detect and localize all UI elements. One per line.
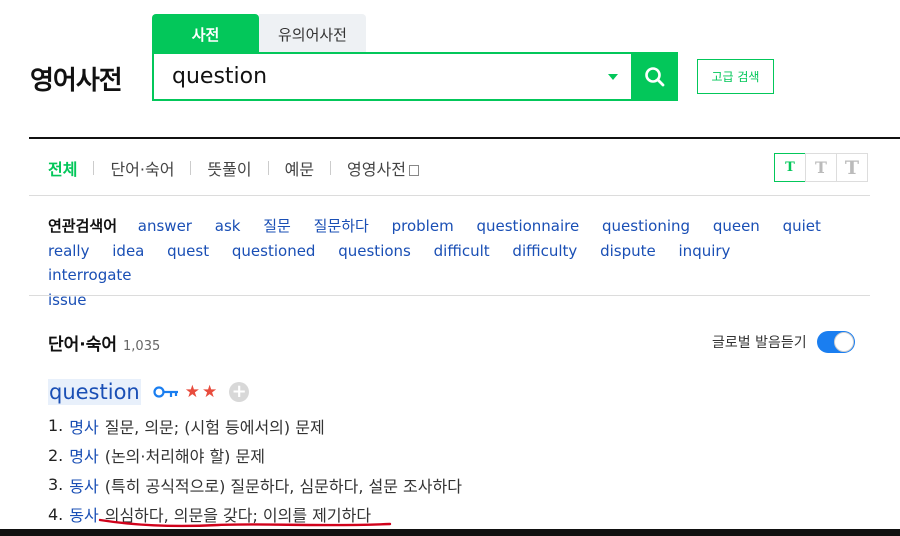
tab-dictionary[interactable]: 사전 <box>152 14 259 54</box>
sense-item: 2. 명사 (논의·처리해야 할) 문제 <box>48 441 462 471</box>
sense-item: 1. 명사 질문, 의문; (시험 등에서의) 문제 <box>48 411 462 441</box>
plus-icon[interactable]: + <box>229 382 250 402</box>
font-size-control: T T T <box>774 153 868 182</box>
font-size-small-button[interactable]: T <box>774 153 806 182</box>
sense-definition: (논의·처리해야 할) 문제 <box>104 447 265 467</box>
sense-definition: 질문, 의문; (시험 등에서의) 문제 <box>104 417 325 437</box>
related-term[interactable]: idea <box>112 242 144 260</box>
related-term[interactable]: 질문하다 <box>314 217 369 235</box>
sense-number: 3. <box>48 475 64 495</box>
part-of-speech-link[interactable]: 동사 <box>69 502 98 526</box>
related-divider <box>29 295 870 296</box>
related-term[interactable]: questioning <box>602 217 690 235</box>
related-searches-title: 연관검색어 <box>48 217 118 235</box>
sense-item: 3. 동사 (특히 공식적으로) 질문하다, 심문하다, 설문 조사하다 <box>48 470 462 500</box>
related-term[interactable]: questionnaire <box>476 217 579 235</box>
related-term[interactable]: interrogate <box>48 266 132 284</box>
related-term[interactable]: dispute <box>600 242 656 260</box>
related-term[interactable]: really <box>48 242 89 260</box>
menu-separator <box>190 161 192 175</box>
menu-definitions[interactable]: 뜻풀이 <box>207 156 251 180</box>
entry-header: question ★★ + <box>48 379 250 405</box>
red-underline-annotation <box>98 518 392 528</box>
sense-list: 1. 명사 질문, 의문; (시험 등에서의) 문제 2. 명사 (논의·처리해… <box>48 411 462 529</box>
part-of-speech-link[interactable]: 명사 <box>69 414 98 438</box>
advanced-search-button[interactable]: 고급 검색 <box>697 59 774 94</box>
sense-number: 4. <box>48 504 64 524</box>
result-count: 1,035 <box>123 339 161 354</box>
bottom-border <box>0 529 900 536</box>
related-term[interactable]: difficulty <box>512 242 577 260</box>
part-of-speech-link[interactable]: 동사 <box>69 473 98 497</box>
related-term[interactable]: queen <box>713 217 760 235</box>
search-button[interactable] <box>631 52 678 101</box>
section-title: 단어·숙어 <box>48 335 118 355</box>
external-window-icon <box>408 165 419 176</box>
result-menu: 전체 단어·숙어 뜻풀이 예문 영영사전 <box>48 156 419 180</box>
related-term[interactable]: questioned <box>232 242 316 260</box>
tab-thesaurus[interactable]: 유의어사전 <box>259 14 366 54</box>
menu-english-english-label: 영영사전 <box>347 160 406 179</box>
star-icon: ★★ <box>184 382 220 402</box>
dictionary-logo[interactable]: 영어사전 <box>30 60 123 97</box>
search-input[interactable] <box>154 54 601 99</box>
part-of-speech-link[interactable]: 명사 <box>69 443 98 467</box>
global-pronunciation: 글로벌 발음듣기 <box>712 331 855 353</box>
related-term[interactable]: questions <box>338 242 411 260</box>
menu-divider <box>29 195 870 196</box>
chevron-down-icon[interactable] <box>601 54 625 99</box>
related-term[interactable]: inquiry <box>679 242 731 260</box>
search-box <box>152 52 678 101</box>
menu-separator <box>267 161 269 175</box>
header-divider <box>29 137 900 139</box>
dictionary-tabs: 사전 유의어사전 <box>152 14 366 54</box>
related-term[interactable]: quiet <box>783 217 821 235</box>
headword-link[interactable]: question <box>48 379 141 405</box>
menu-words-idioms[interactable]: 단어·숙어 <box>110 156 174 180</box>
menu-separator <box>93 161 95 175</box>
related-searches: 연관검색어 answer ask 질문 질문하다 problem questio… <box>48 214 848 312</box>
menu-all[interactable]: 전체 <box>48 156 77 180</box>
section-header: 단어·숙어 1,035 <box>48 330 160 355</box>
related-term[interactable]: issue <box>48 291 87 309</box>
global-pronunciation-label: 글로벌 발음듣기 <box>712 335 807 351</box>
related-term[interactable]: answer <box>138 217 192 235</box>
key-icon <box>153 385 179 399</box>
font-size-medium-button[interactable]: T <box>805 153 837 182</box>
sense-number: 1. <box>48 416 64 436</box>
related-term[interactable]: quest <box>167 242 209 260</box>
related-term[interactable]: 질문 <box>263 217 291 235</box>
font-size-large-button[interactable]: T <box>836 153 868 182</box>
search-icon <box>644 66 664 86</box>
sense-number: 2. <box>48 445 64 465</box>
global-pronunciation-toggle[interactable] <box>816 331 855 353</box>
sense-definition: (특히 공식적으로) 질문하다, 심문하다, 설문 조사하다 <box>104 476 462 496</box>
related-term[interactable]: problem <box>392 217 454 235</box>
menu-separator <box>330 161 332 175</box>
menu-examples[interactable]: 예문 <box>285 156 314 180</box>
related-term[interactable]: ask <box>215 217 241 235</box>
menu-english-english[interactable]: 영영사전 <box>347 156 419 180</box>
related-term[interactable]: difficult <box>434 242 490 260</box>
toggle-knob <box>833 332 854 352</box>
